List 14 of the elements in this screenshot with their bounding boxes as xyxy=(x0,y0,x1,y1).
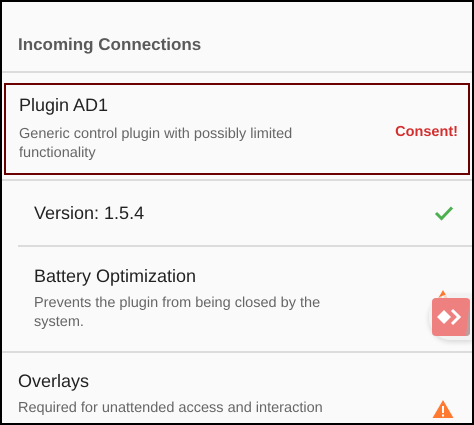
plugin-description: Generic control plugin with possibly limited functionality xyxy=(19,125,294,163)
floating-button[interactable] xyxy=(429,294,472,340)
permission-description: Required for unattended access and interaction xyxy=(18,399,324,418)
diamond-chevron-icon xyxy=(432,298,470,336)
item-description: Prevents the plugin from being closed by the system. xyxy=(34,294,322,332)
item-title: Version: 1.5.4 xyxy=(34,202,146,224)
permission-title: Overlays xyxy=(18,371,90,392)
plugin-card[interactable]: Plugin AD1 Generic control plugin with possibly limited functionality Consent! xyxy=(4,83,470,175)
warning-icon xyxy=(432,399,454,419)
item-title: Battery Optimization xyxy=(34,266,198,287)
check-icon xyxy=(434,205,454,221)
section-title: Incoming Connections xyxy=(18,35,202,54)
plugin-title: Plugin AD1 xyxy=(19,95,110,116)
consent-status: Consent! xyxy=(395,124,458,140)
